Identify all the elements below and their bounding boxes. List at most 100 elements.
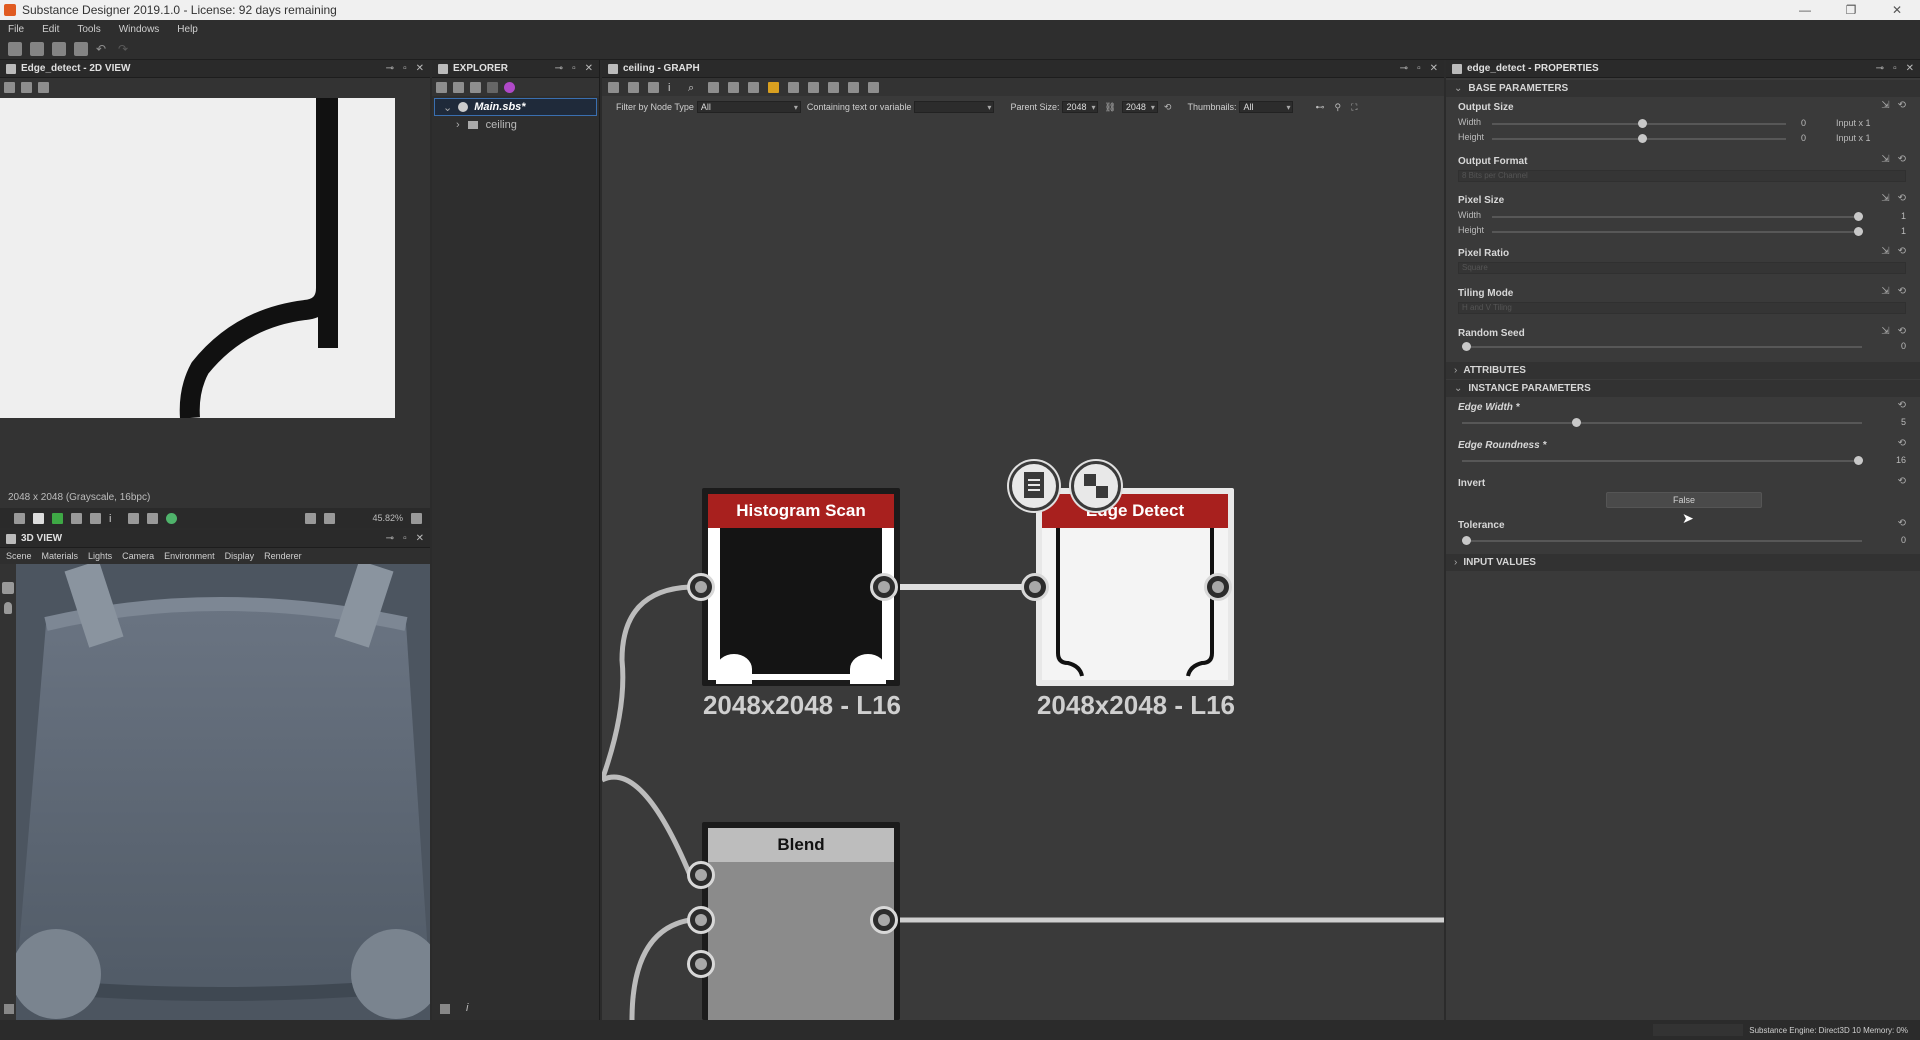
inherit-icon[interactable]: ⇲ (1881, 193, 1889, 204)
channels-icon[interactable] (14, 512, 25, 524)
green-icon[interactable] (52, 512, 63, 524)
menu-display[interactable]: Display (225, 551, 255, 561)
pin-icon[interactable]: ⊸ (555, 63, 563, 74)
edge-width-value[interactable]: 5 (1876, 417, 1906, 427)
pixel-height-slider[interactable] (1492, 227, 1863, 236)
minimize-button[interactable]: — (1782, 3, 1828, 17)
new-package-icon[interactable] (8, 41, 22, 56)
tile-icon[interactable] (71, 512, 82, 524)
pin-icon[interactable]: ⊸ (386, 533, 394, 544)
output-height-value[interactable]: 0 (1776, 133, 1806, 143)
chevron-right-icon[interactable]: › (456, 119, 460, 131)
info-icon[interactable]: i (109, 513, 120, 525)
pin-node-icon[interactable]: ⚲ (1334, 102, 1341, 113)
tree-item-ceiling[interactable]: › ceiling (432, 116, 599, 134)
inherit-icon[interactable]: ⇲ (1881, 100, 1889, 111)
inherit-icon[interactable]: ⇲ (1881, 286, 1889, 297)
export-icon[interactable] (470, 81, 481, 93)
menu-camera[interactable]: Camera (122, 551, 154, 561)
reset-icon[interactable]: ⟲ (1898, 286, 1906, 297)
reset-icon[interactable]: ⟲ (1898, 518, 1906, 529)
menu-help[interactable]: Help (177, 24, 198, 35)
reset-icon[interactable]: ⟲ (1898, 326, 1906, 337)
display-icon[interactable] (147, 512, 158, 524)
reset-size-icon[interactable]: ⟲ (1164, 102, 1172, 113)
save-image-icon[interactable] (21, 81, 32, 93)
reset-icon[interactable]: ⟲ (1898, 476, 1906, 487)
edge-roundness-slider[interactable] (1462, 456, 1863, 465)
hierarchy-icon[interactable]: ⛶ (1351, 102, 1357, 113)
copy-icon[interactable] (38, 81, 49, 93)
slider-knob[interactable] (1462, 536, 1471, 545)
random-seed-value[interactable]: 0 (1876, 341, 1906, 351)
inherit-icon[interactable]: ⇲ (1881, 326, 1889, 337)
fit-icon[interactable] (4, 81, 15, 93)
reset-icon[interactable]: ⟲ (1898, 246, 1906, 257)
output-width-value[interactable]: 0 (1776, 118, 1806, 128)
thumbnails-select[interactable]: All (1239, 101, 1294, 113)
save-icon[interactable] (74, 41, 88, 56)
reset-icon[interactable]: ⟲ (1898, 193, 1906, 204)
slider-knob[interactable] (1854, 227, 1863, 236)
open-package-icon[interactable] (453, 81, 464, 93)
settings-icon[interactable] (504, 81, 515, 93)
pin-icon[interactable]: ⊸ (1876, 63, 1884, 74)
pixel-height-value[interactable]: 1 (1876, 226, 1906, 236)
undo-icon[interactable]: ↶ (96, 42, 110, 56)
camera-icon[interactable] (2, 582, 14, 594)
color-icon[interactable] (166, 512, 177, 524)
redo-icon[interactable]: ↷ (118, 42, 132, 56)
scene-tree-icon[interactable] (4, 1004, 14, 1014)
invert-toggle-button[interactable]: False (1606, 492, 1762, 508)
tolerance-slider[interactable] (1462, 536, 1862, 545)
output-height-relative[interactable]: Input x 1 (1836, 133, 1906, 143)
float-icon[interactable]: ▫ (403, 63, 407, 74)
sample-icon[interactable] (90, 512, 101, 524)
output-format-select[interactable]: 8 Bits per Channel (1458, 170, 1906, 182)
open-icon[interactable] (52, 41, 66, 56)
float-icon[interactable]: ▫ (1893, 63, 1897, 74)
explorer-tree-icon[interactable] (440, 1004, 450, 1014)
blend-input-port-3[interactable] (687, 950, 715, 978)
edge-roundness-value[interactable]: 16 (1876, 455, 1906, 465)
reset-icon[interactable]: ⟲ (1898, 438, 1906, 449)
light-icon[interactable] (4, 602, 12, 614)
pixel-ratio-select[interactable]: Square (1458, 262, 1906, 274)
slider-knob[interactable] (1854, 212, 1863, 221)
section-attributes[interactable]: › ATTRIBUTES (1446, 362, 1920, 379)
view-2d-image[interactable] (0, 98, 395, 418)
zoom-fit-icon[interactable] (305, 512, 316, 524)
slider-knob[interactable] (1854, 456, 1863, 465)
histogram-output-port[interactable] (870, 573, 898, 601)
link-ratio-icon[interactable]: ⛓ (1104, 102, 1115, 113)
close-panel-icon[interactable]: ✕ (416, 533, 424, 544)
close-window-button[interactable]: ✕ (1874, 3, 1920, 17)
slider-knob[interactable] (1571, 418, 1581, 427)
float-icon[interactable]: ▫ (572, 63, 576, 74)
tolerance-value[interactable]: 0 (1876, 535, 1906, 545)
menu-file[interactable]: File (8, 24, 24, 35)
view-3d-viewport[interactable] (16, 564, 430, 1020)
tiling-mode-select[interactable]: H and V Tiling (1458, 302, 1906, 314)
slider-knob[interactable] (1462, 342, 1471, 351)
menu-materials[interactable]: Materials (42, 551, 79, 561)
section-instance-parameters[interactable]: ⌄ INSTANCE PARAMETERS (1446, 380, 1920, 397)
inherit-icon[interactable]: ⇲ (1881, 246, 1889, 257)
reset-icon[interactable]: ⟲ (1898, 154, 1906, 165)
node-type-filter[interactable]: All (696, 101, 801, 113)
slider-knob[interactable] (1638, 134, 1647, 143)
edge-width-slider[interactable] (1462, 418, 1862, 427)
menu-edit[interactable]: Edit (42, 24, 59, 35)
menu-tools[interactable]: Tools (77, 24, 100, 35)
alpha-icon[interactable] (33, 512, 44, 524)
chevron-down-icon[interactable]: ⌄ (443, 101, 452, 114)
edge-detect-output-port[interactable] (1204, 573, 1232, 601)
inherit-icon[interactable]: ⇲ (1881, 154, 1889, 165)
zoom-level[interactable]: 45.82% (343, 513, 403, 523)
pin-icon[interactable]: ⊸ (386, 63, 394, 74)
tree-item-main-sbs[interactable]: ⌄ Main.sbs* (434, 98, 597, 116)
menu-windows[interactable]: Windows (119, 24, 160, 35)
publish-icon[interactable] (487, 81, 498, 93)
float-icon[interactable]: ▫ (403, 533, 407, 544)
pixel-width-value[interactable]: 1 (1876, 211, 1906, 221)
